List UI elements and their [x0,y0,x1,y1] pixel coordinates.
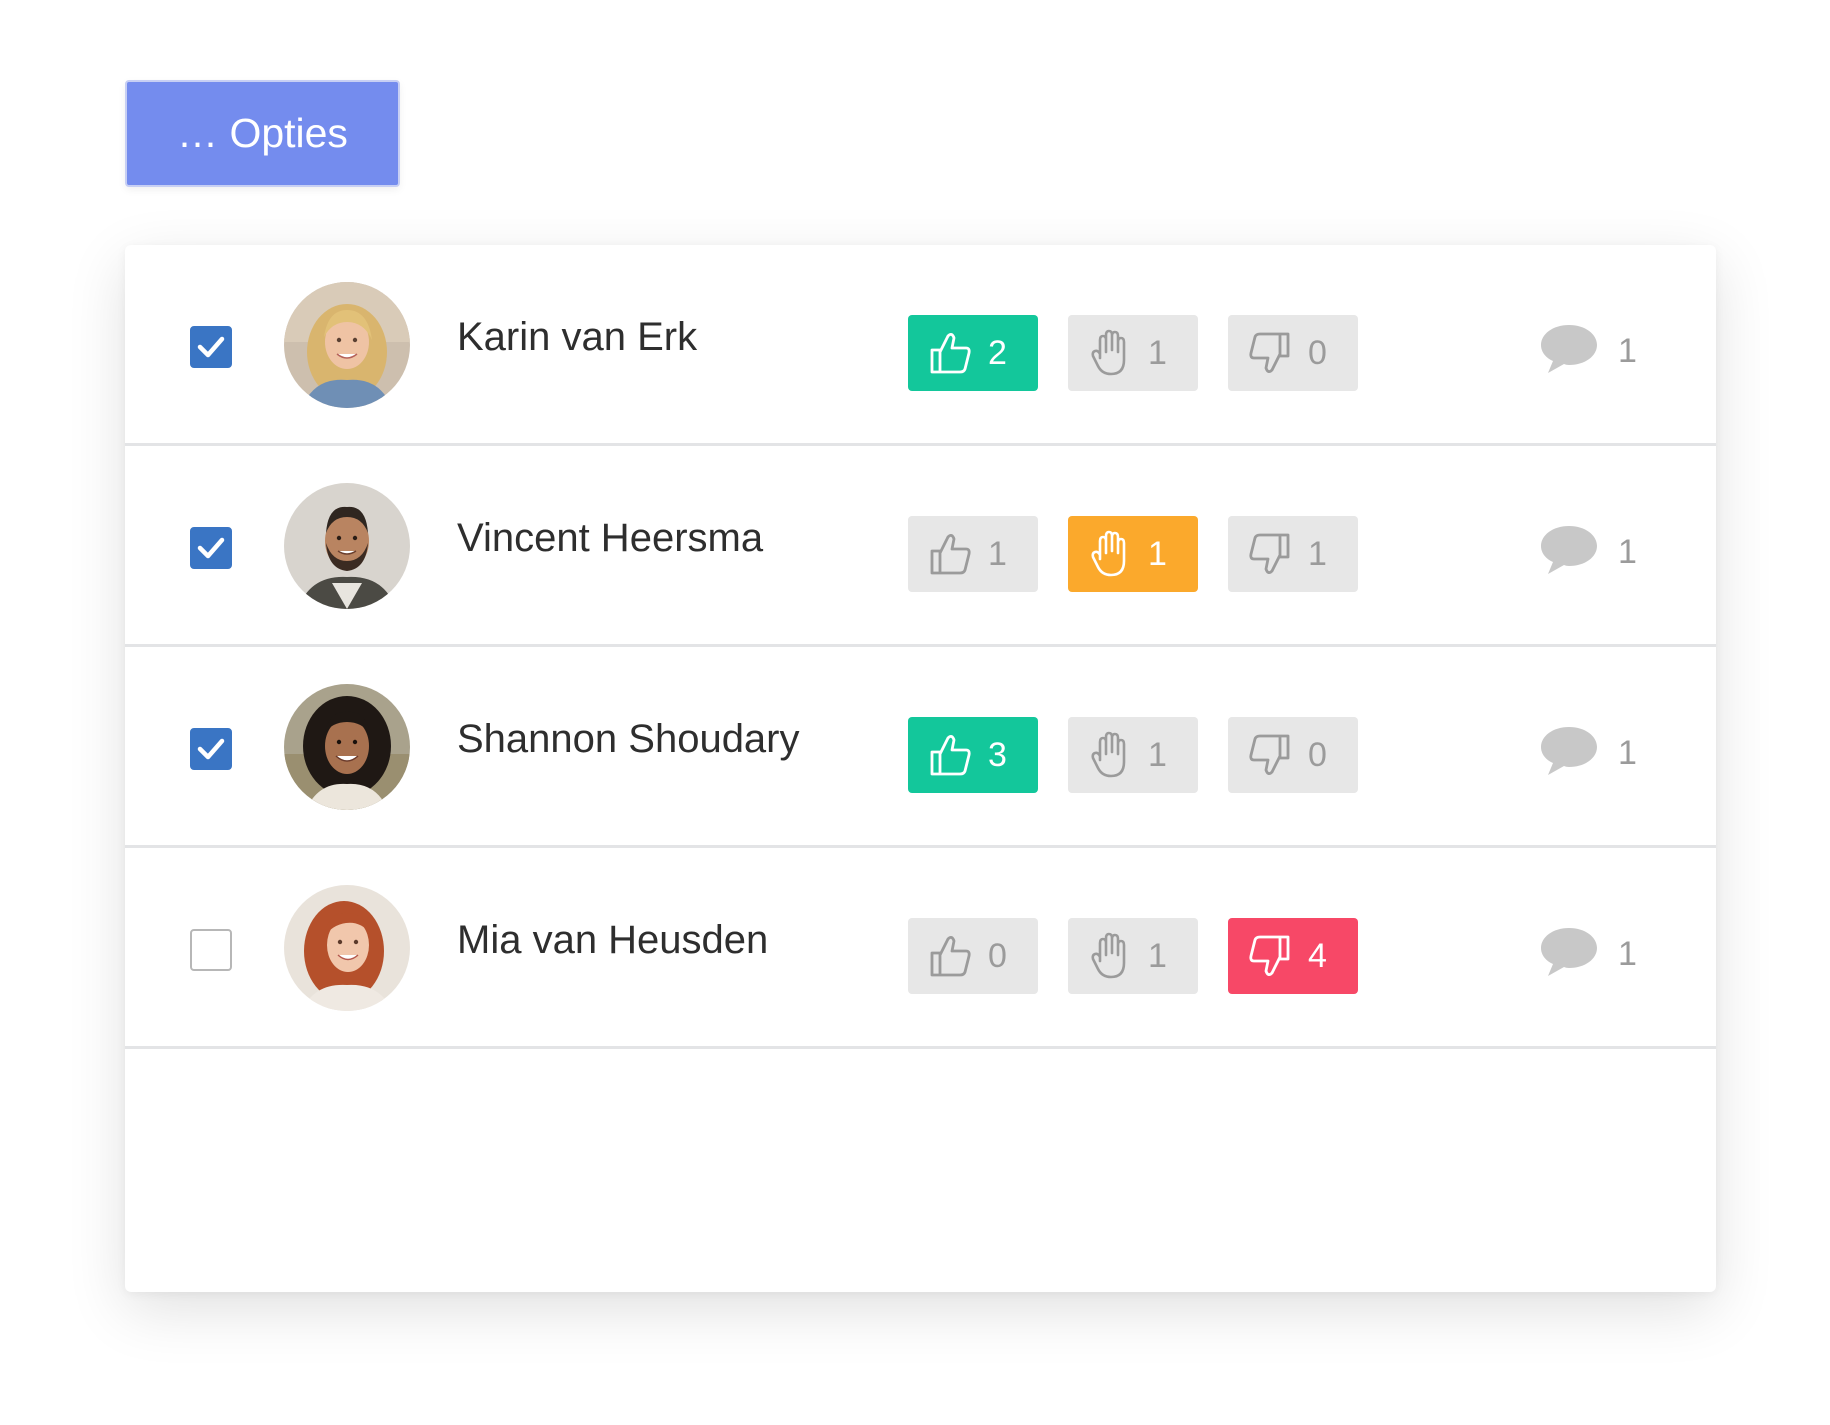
raise-hand-button[interactable]: 1 [1068,717,1198,793]
options-button[interactable]: … Opties [125,80,400,187]
thumbs-down-icon [1246,328,1294,378]
thumbs-down-icon [1246,730,1294,780]
comment-bubble-icon [1538,723,1600,779]
thumbs-up-icon [926,730,974,780]
comment-bubble-icon [1538,321,1600,377]
row-checkbox[interactable] [190,728,232,770]
list-item: Karin van Erk 2 1 0 1 [125,245,1716,446]
avatar [284,684,410,810]
person-name: Shannon Shoudary [457,717,800,761]
man-beard-avatar [284,483,410,609]
vote-up-count: 3 [988,736,1007,774]
checkmark-icon [197,537,225,559]
row-checkbox[interactable] [190,527,232,569]
vote-down-count: 0 [1308,736,1327,774]
woman-blonde-avatar [284,282,410,408]
row-checkbox[interactable] [190,326,232,368]
person-name: Mia van Heusden [457,918,769,962]
vote-up-button[interactable]: 1 [908,516,1038,592]
woman-curly-avatar [284,684,410,810]
comments-button[interactable]: 1 [1538,924,1648,984]
comments-button[interactable]: 1 [1538,723,1648,783]
vote-down-count: 1 [1308,535,1327,573]
checkmark-icon [197,738,225,760]
vote-down-button[interactable]: 0 [1228,717,1358,793]
thumbs-up-icon [926,529,974,579]
comment-bubble-icon [1538,522,1600,578]
raise-hand-count: 1 [1148,736,1167,774]
comments-button[interactable]: 1 [1538,321,1648,381]
raise-hand-count: 1 [1148,334,1167,372]
comments-button[interactable]: 1 [1538,522,1648,582]
checkmark-icon [197,336,225,358]
vote-up-button[interactable]: 0 [908,918,1038,994]
raise-hand-button[interactable]: 1 [1068,918,1198,994]
person-name: Karin van Erk [457,315,698,359]
comment-count: 1 [1618,935,1637,973]
thumbs-down-icon [1246,529,1294,579]
people-list-card: Karin van Erk 2 1 0 1 Vincent Heersma 1 … [125,245,1716,1292]
avatar [284,282,410,408]
vote-down-button[interactable]: 4 [1228,918,1358,994]
comment-count: 1 [1618,734,1637,772]
raised-hand-icon [1086,931,1134,981]
thumbs-down-icon [1246,931,1294,981]
raised-hand-icon [1086,730,1134,780]
person-name: Vincent Heersma [457,516,764,560]
raise-hand-button[interactable]: 1 [1068,516,1198,592]
vote-down-button[interactable]: 0 [1228,315,1358,391]
list-item: Vincent Heersma 1 1 1 1 [125,446,1716,647]
comment-bubble-icon [1538,924,1600,980]
thumbs-up-icon [926,931,974,981]
vote-down-button[interactable]: 1 [1228,516,1358,592]
vote-up-count: 1 [988,535,1007,573]
raised-hand-icon [1086,529,1134,579]
avatar [284,483,410,609]
woman-redhead-avatar [284,885,410,1011]
vote-up-button[interactable]: 2 [908,315,1038,391]
raised-hand-icon [1086,328,1134,378]
avatar [284,885,410,1011]
vote-down-count: 4 [1308,937,1327,975]
vote-down-count: 0 [1308,334,1327,372]
raise-hand-count: 1 [1148,937,1167,975]
thumbs-up-icon [926,328,974,378]
comment-count: 1 [1618,533,1637,571]
comment-count: 1 [1618,332,1637,370]
vote-up-count: 2 [988,334,1007,372]
raise-hand-button[interactable]: 1 [1068,315,1198,391]
vote-up-button[interactable]: 3 [908,717,1038,793]
raise-hand-count: 1 [1148,535,1167,573]
list-item: Mia van Heusden 0 1 4 1 [125,848,1716,1049]
list-item: Shannon Shoudary 3 1 0 1 [125,647,1716,848]
vote-up-count: 0 [988,937,1007,975]
row-checkbox[interactable] [190,929,232,971]
